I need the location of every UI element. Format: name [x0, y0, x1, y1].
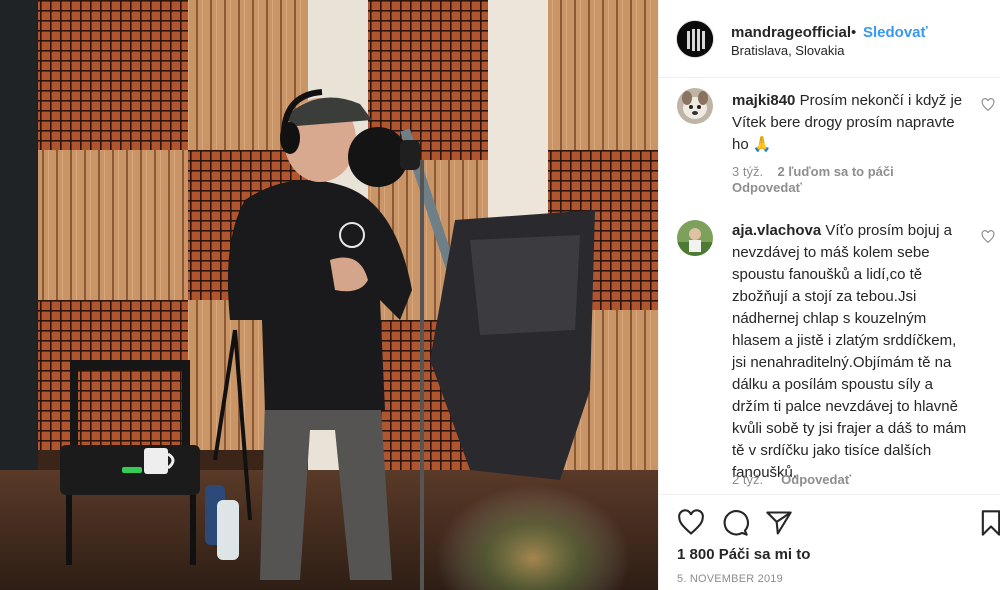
post-photo[interactable]	[0, 0, 658, 590]
reply-button[interactable]: Odpovedať	[781, 472, 851, 487]
follow-button[interactable]: Sledovať	[863, 24, 928, 41]
avatar[interactable]	[677, 220, 713, 256]
comment-likes[interactable]: 2 ľuďom sa to páči	[778, 164, 894, 179]
bookmark-icon[interactable]	[977, 509, 1000, 537]
post-location[interactable]: Bratislava, Slovakia	[731, 43, 844, 58]
reply-button[interactable]: Odpovedať	[732, 180, 802, 195]
comment-time[interactable]: 2 týž.	[732, 472, 763, 487]
comment-meta: 2 týž. Odpovedať	[732, 472, 851, 487]
comment-meta: 3 týž. 2 ľuďom sa to páči	[732, 164, 894, 179]
comment-username[interactable]: majki840	[732, 92, 795, 109]
comment-text: majki840 Prosím nekončí i když je Vítek …	[732, 90, 972, 156]
studio-photo-illustration	[0, 0, 658, 590]
comments-list[interactable]: majki840 Prosím nekončí i když je Vítek …	[659, 78, 1000, 494]
comment-time[interactable]: 3 týž.	[732, 164, 763, 179]
comment-text: aja.vlachova Víťo prosím bojuj a nevzdáv…	[732, 220, 972, 484]
comment-item: majki840 Prosím nekončí i když je Vítek …	[659, 78, 1000, 208]
share-icon[interactable]	[765, 509, 793, 537]
comment-icon[interactable]	[721, 509, 749, 537]
post-username[interactable]: mandrageofficial	[731, 24, 851, 41]
avatar[interactable]	[676, 20, 714, 58]
comment-username[interactable]: aja.vlachova	[732, 222, 821, 239]
separator-dot: •	[851, 24, 857, 41]
heart-icon[interactable]	[981, 98, 995, 112]
heart-icon[interactable]	[677, 509, 705, 537]
user-avatar-photo-icon	[677, 220, 713, 256]
post-header: mandrageofficial • Sledovať Bratislava, …	[659, 0, 1000, 78]
post-side-panel: mandrageofficial • Sledovať Bratislava, …	[658, 0, 1000, 590]
heart-icon[interactable]	[981, 230, 995, 244]
avatar[interactable]	[677, 88, 713, 124]
user-avatar-dog-icon	[677, 88, 713, 124]
comment-content: Víťo prosím bojuj a nevzdávej to máš kol…	[732, 222, 967, 481]
likes-count[interactable]: 1 800 Páči sa mi to	[677, 546, 810, 563]
comment-item: aja.vlachova Víťo prosím bojuj a nevzdáv…	[659, 216, 1000, 494]
post-date[interactable]: 5. NOVEMBER 2019	[677, 573, 783, 585]
comment-reply-row: Odpovedať	[732, 180, 802, 195]
brand-logo-icon	[677, 21, 713, 57]
